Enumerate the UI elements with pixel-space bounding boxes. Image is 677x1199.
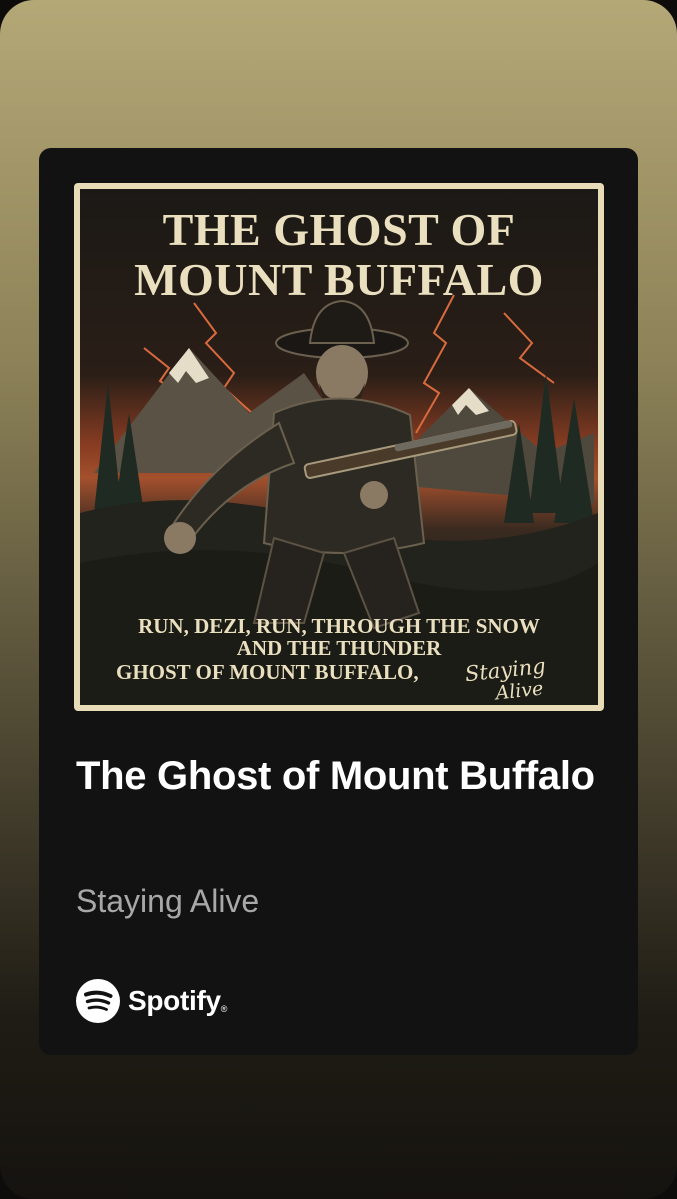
spotify-logo-icon [76, 979, 120, 1023]
poster-lyric-line2: AND THE THUNDER [237, 636, 442, 660]
brand-trademark: ® [220, 1004, 228, 1014]
share-card[interactable]: THE GHOST OF MOUNT BUFFALO RUN, DEZI, RU… [39, 148, 638, 1055]
brand-name: Spotify [128, 985, 221, 1016]
track-title: The Ghost of Mount Buffalo [76, 754, 595, 798]
poster-lyric-line1: RUN, DEZI, RUN, THROUGH THE SNOW [138, 614, 540, 638]
poster-lyric-line3: GHOST OF MOUNT BUFFALO, [116, 660, 419, 684]
album-artwork[interactable]: THE GHOST OF MOUNT BUFFALO RUN, DEZI, RU… [74, 183, 604, 711]
artist-name[interactable]: Staying Alive [76, 881, 259, 921]
story-background: THE GHOST OF MOUNT BUFFALO RUN, DEZI, RU… [0, 0, 677, 1199]
poster-title-line1: THE GHOST OF [163, 204, 516, 255]
poster-title-line2: MOUNT BUFFALO [134, 254, 544, 305]
spotify-brand[interactable]: Spotify® [76, 979, 227, 1023]
